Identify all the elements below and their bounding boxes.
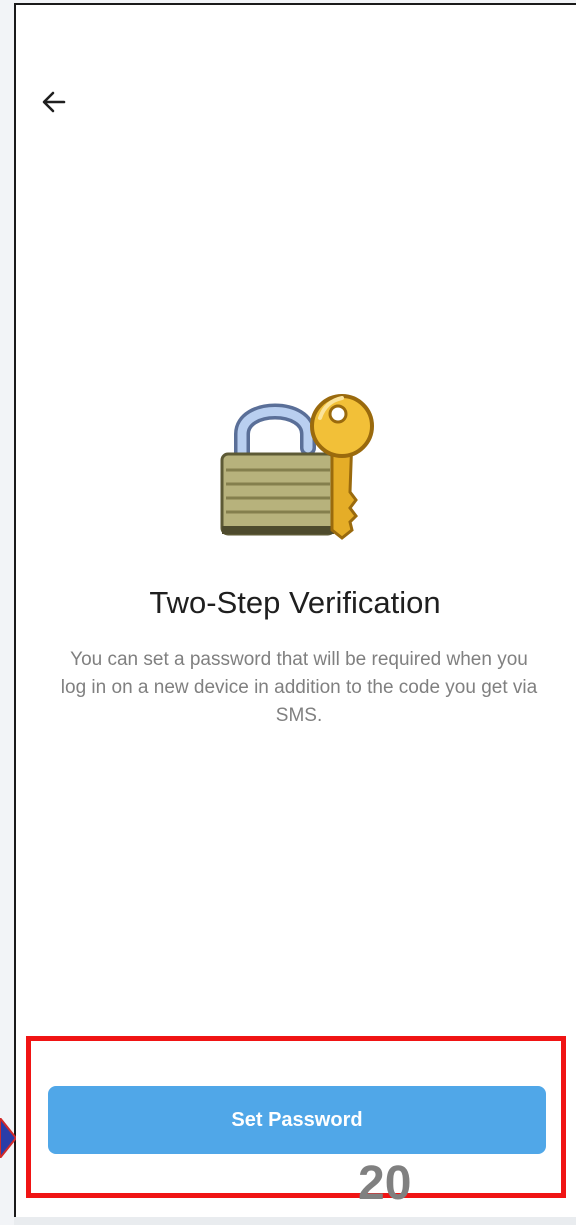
step-number-label: 20 bbox=[358, 1157, 412, 1210]
pointer-arrow-icon bbox=[0, 1118, 16, 1158]
page-title: Two-Step Verification bbox=[149, 585, 441, 620]
set-password-button[interactable]: Set Password bbox=[48, 1086, 546, 1154]
bottom-bar bbox=[14, 1217, 576, 1225]
arrow-left-icon[interactable] bbox=[38, 86, 70, 118]
padlock-with-key-icon bbox=[220, 394, 374, 540]
page-description: You can set a password that will be requ… bbox=[60, 649, 538, 726]
